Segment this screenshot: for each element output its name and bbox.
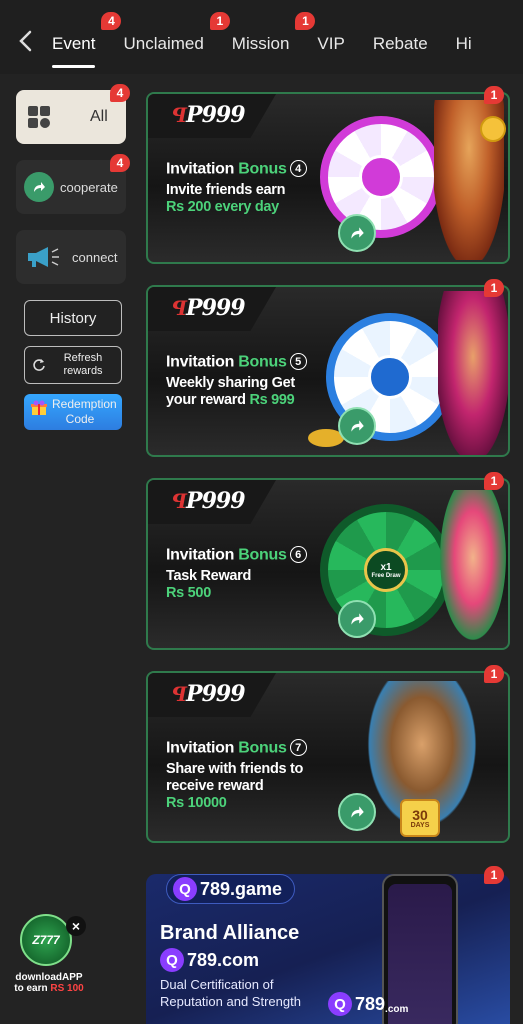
brand-logo: ꟼP999 [172,295,246,321]
card-title: Invitation Bonus 6 [166,546,307,565]
card-badge: 1 [484,279,504,297]
back-button[interactable] [14,28,36,54]
close-icon[interactable]: × [66,916,86,936]
card-description: Task Reward Rs 500 [166,568,252,601]
card-title: Invitation Bonus 7 [166,739,307,758]
sidebar-item-label: connect [72,249,118,265]
app-logo: Z777 [20,914,72,966]
share-icon [351,227,364,239]
app: Event 4 Unclaimed 1 Mission 1 VIP Rebate… [0,0,523,1024]
sidebar-item-connect[interactable]: connect [16,230,126,284]
wheel-label: Free Draw [371,572,401,579]
card-title: Invitation Bonus 4 [166,160,307,179]
wheel-multiplier: x1 [380,561,392,573]
card-badge: 1 [484,665,504,683]
sidebar-item-all[interactable]: All 4 [16,84,130,144]
tab-badge: 1 [209,12,230,30]
days-label: DAYS [410,821,430,829]
redemption-code-button[interactable]: Redemption Code [24,394,122,430]
tab-vip[interactable]: VIP [317,20,344,54]
brand-alliance-card[interactable]: Q 789.game Brand Alliance Q 789.com Dual C… [146,874,510,1024]
redemption-label: Redemption Code [52,397,117,426]
download-app-widget[interactable]: Z777 × downloadAPP to earn RS 100 [12,914,86,998]
sidebar-badge: 4 [110,84,130,102]
promo-card-invitation-4[interactable]: ꟼP999 Invitation Bonus 4 Invite friends e… [146,92,510,264]
card-description: Invite friends earn Rs 200 every day [166,182,286,215]
q-logo-icon: Q [328,992,352,1016]
tab-event[interactable]: Event 4 [52,12,122,68]
tab-badge: 4 [101,12,122,30]
q-logo-icon: Q [173,877,197,901]
history-label: History [49,309,97,327]
tab-label: Mission [231,34,290,53]
brand-description: Dual Certification of Reputation and Stre… [160,977,301,1009]
history-button[interactable]: History [24,300,122,336]
sidebar-badge: 4 [110,154,130,172]
chevron-left-icon [19,30,32,52]
refresh-rewards-button[interactable]: Refresh rewards [24,346,122,384]
share-icon [24,172,54,202]
refresh-label: Refresh rewards [63,352,103,377]
grid-icon [28,106,50,128]
q-logo-icon: Q [160,948,184,972]
tab-unclaimed[interactable]: Unclaimed 1 [123,12,230,54]
card-badge: 1 [484,866,504,884]
prize-wheel [320,116,442,238]
tab-label: Hi [455,34,472,53]
card-badge: 1 [484,472,504,490]
megaphone-icon [24,243,64,271]
card-badge: 1 [484,86,504,104]
share-button[interactable] [338,407,376,445]
thirty-days-badge: 30 DAYS [400,799,440,837]
card-description: Weekly sharing Get your reward Rs 999 [166,375,295,408]
character-illustration [438,291,508,455]
tab-label: VIP [317,34,345,53]
share-button[interactable] [338,214,376,252]
sidebar-item-label: All [90,108,108,125]
brand-pill-logo: Q 789.game [166,874,296,904]
days-number: 30 [412,806,428,823]
card-title: Invitation Bonus 5 [166,353,307,372]
promo-card-invitation-5[interactable]: ꟼP999 Invitation Bonus 5 Weekly sharing G… [146,285,510,457]
share-icon [351,420,364,432]
sidebar: All 4 cooperate 4 connect History Refres… [16,84,130,440]
tab-rebate[interactable]: Rebate [373,20,428,54]
refresh-icon [33,359,45,371]
card-description: Share with friends to receive reward Rs 10… [166,761,304,811]
brand-logo: ꟼP999 [172,681,246,707]
tab-bar: Event 4 Unclaimed 1 Mission 1 VIP Rebate… [52,0,500,74]
character-illustration [440,490,506,640]
promo-card-invitation-7[interactable]: ꟼP999 Invitation Bonus 7 Share with frien… [146,671,510,843]
brand-logo: ꟼP999 [172,102,246,128]
sidebar-item-label: cooperate [60,179,118,195]
tab-label: Event [52,34,96,53]
tab-history[interactable]: Hi [456,20,472,54]
tab-label: Rebate [372,34,428,53]
promo-card-invitation-6[interactable]: ꟼP999 Invitation Bonus 6 Task Reward Rs 50… [146,478,510,650]
corner-logo: Q 789 .com [328,992,408,1016]
coin-icon [480,116,506,142]
sidebar-item-cooperate[interactable]: cooperate 4 [16,154,130,214]
share-button[interactable] [338,793,376,831]
brand-secondary-logo: Q 789.com [160,948,259,972]
brand-title: Brand Alliance [160,922,300,944]
top-bar: Event 4 Unclaimed 1 Mission 1 VIP Rebate… [0,0,523,74]
share-button[interactable] [338,600,376,638]
brand-logo: ꟼP999 [172,488,246,514]
tab-badge: 1 [295,12,316,30]
tab-label: Unclaimed [123,34,204,53]
share-icon [351,806,364,818]
tab-mission[interactable]: Mission 1 [231,12,316,54]
gift-icon [31,400,47,415]
download-promo-text: downloadAPP to earn RS 100 [14,972,84,994]
share-icon [351,613,364,625]
